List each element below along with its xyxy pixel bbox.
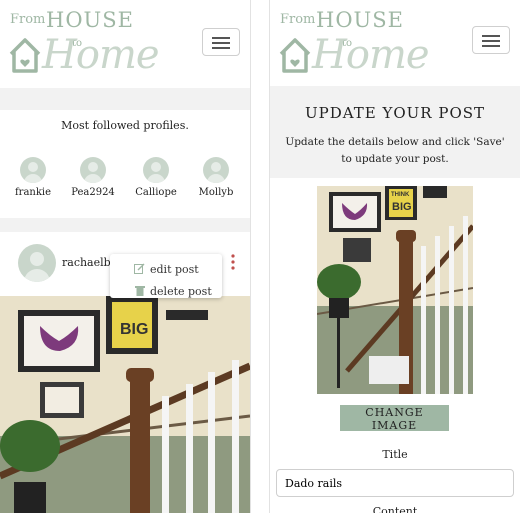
logo-house: HOUSE bbox=[316, 8, 404, 32]
content-label: Content bbox=[372, 505, 418, 513]
profile-name: Calliope bbox=[135, 187, 177, 198]
title-label: Title bbox=[382, 448, 408, 461]
staircase-photo: BIG bbox=[0, 296, 250, 513]
big-text: BIG bbox=[392, 201, 412, 213]
hamburger-line bbox=[212, 42, 230, 44]
logo-from: From bbox=[10, 12, 46, 27]
post-image-preview: THINK BIG bbox=[317, 186, 473, 394]
house-icon bbox=[279, 38, 311, 73]
big-text: BIG bbox=[120, 321, 148, 338]
think-text: THINK bbox=[391, 192, 410, 198]
hamburger-icon bbox=[482, 35, 500, 37]
header: From HOUSE to Home bbox=[0, 0, 250, 88]
logo-home: Home bbox=[312, 32, 430, 78]
profile-calliope[interactable]: Calliope bbox=[128, 157, 184, 198]
avatar bbox=[20, 157, 46, 183]
profile-frankie[interactable]: frankie bbox=[5, 157, 61, 198]
hamburger-line bbox=[482, 40, 500, 42]
profile-name: frankie bbox=[14, 187, 52, 198]
post-author-avatar[interactable] bbox=[18, 244, 56, 282]
avatar bbox=[80, 157, 106, 183]
update-post-panel: From HOUSE to Home UPDATE YOUR POST Upda… bbox=[270, 0, 520, 513]
kebab-icon[interactable] bbox=[230, 254, 236, 270]
avatar bbox=[203, 157, 229, 183]
title-input[interactable] bbox=[276, 469, 514, 497]
hamburger-line bbox=[482, 45, 500, 47]
spacer-band bbox=[0, 88, 250, 110]
hamburger-icon bbox=[212, 37, 230, 39]
post-options-menu: edit post delete post bbox=[110, 254, 222, 298]
menu-button[interactable] bbox=[202, 28, 240, 56]
change-image-button[interactable]: CHANGE IMAGE bbox=[340, 405, 449, 432]
menu-button[interactable] bbox=[472, 26, 510, 54]
edit-post-link[interactable]: edit post bbox=[150, 263, 199, 276]
feed-panel: From HOUSE to Home Most followed profile… bbox=[0, 0, 250, 513]
most-followed-title: Most followed profiles. bbox=[61, 119, 189, 132]
house-icon bbox=[9, 38, 41, 73]
page-title: UPDATE YOUR POST bbox=[304, 104, 486, 122]
post-author-name[interactable]: rachaelb bbox=[62, 256, 111, 269]
spacer-band bbox=[0, 218, 250, 232]
edit-icon bbox=[134, 263, 145, 274]
logo-house: HOUSE bbox=[46, 8, 134, 32]
post-image[interactable]: BIG bbox=[0, 296, 250, 513]
logo[interactable]: From HOUSE to Home bbox=[278, 8, 438, 78]
profile-mollyb[interactable]: Mollyb bbox=[188, 157, 244, 198]
trash-icon bbox=[135, 286, 145, 296]
logo[interactable]: From HOUSE to Home bbox=[8, 8, 168, 78]
avatar-body bbox=[24, 269, 50, 282]
logo-from: From bbox=[280, 12, 316, 27]
profile-name: Pea2924 bbox=[71, 187, 115, 198]
delete-post-link[interactable]: delete post bbox=[150, 285, 212, 298]
logo-home: Home bbox=[42, 32, 160, 78]
hamburger-line bbox=[212, 47, 230, 49]
profile-pea2924[interactable]: Pea2924 bbox=[65, 157, 121, 198]
avatar-head bbox=[30, 252, 44, 266]
divider bbox=[250, 0, 270, 513]
avatar bbox=[143, 157, 169, 183]
header: From HOUSE to Home bbox=[270, 0, 520, 88]
page-subtitle: Update the details below and click 'Save… bbox=[285, 136, 505, 165]
profile-name: Mollyb bbox=[198, 187, 234, 198]
staircase-photo: THINK BIG bbox=[317, 186, 473, 394]
